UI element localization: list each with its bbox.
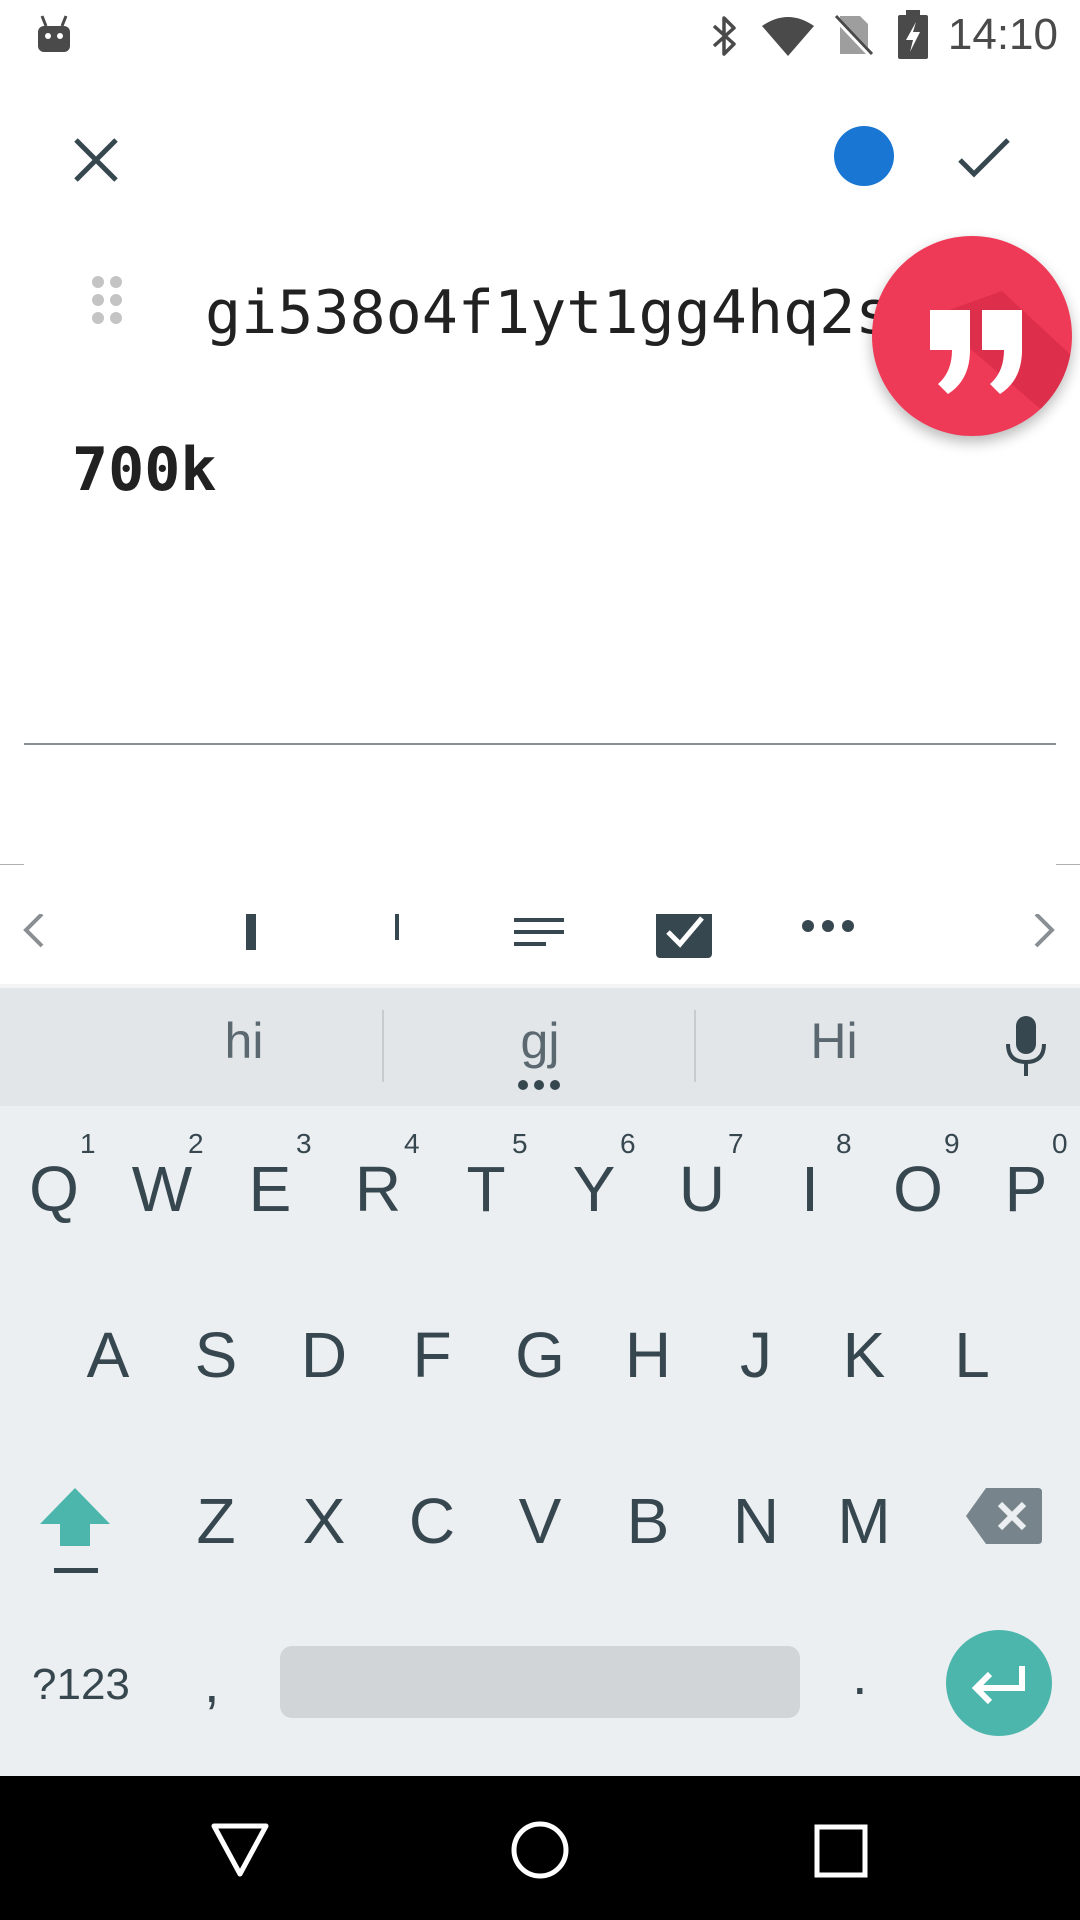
enter-icon [971, 1666, 1025, 1705]
editor-divider [24, 743, 1056, 745]
key-hint: 7 [728, 1128, 744, 1159]
backspace-key[interactable] [966, 1488, 1042, 1544]
key-p[interactable]: P [976, 1152, 1076, 1226]
key-hint: 2 [188, 1128, 204, 1159]
suggestion-separator [694, 1010, 696, 1082]
suggestion-strip: hi gj Hi [0, 988, 1080, 1106]
toolbar-edge-line [1056, 864, 1080, 865]
key-d[interactable]: D [274, 1318, 374, 1392]
note-body-field[interactable]: 700k [72, 435, 217, 505]
symbols-key[interactable]: ?123 [32, 1660, 130, 1710]
key-h[interactable]: H [598, 1318, 698, 1392]
battery-charging-icon [898, 10, 928, 59]
wifi-icon [762, 17, 814, 56]
android-icon [38, 15, 70, 52]
suggestion-3[interactable]: Hi [724, 1012, 944, 1070]
enter-key[interactable] [946, 1630, 1052, 1736]
text-size-icon[interactable] [382, 914, 412, 944]
editor-app-bar [0, 72, 1080, 242]
key-n[interactable]: N [706, 1484, 806, 1558]
key-i[interactable]: I [760, 1152, 860, 1226]
key-a[interactable]: A [58, 1318, 158, 1392]
space-key[interactable] [280, 1646, 800, 1718]
more-icon[interactable] [800, 918, 856, 934]
key-hint: 6 [620, 1128, 636, 1159]
toolbar-edge-line [0, 864, 24, 865]
key-t[interactable]: T [436, 1152, 536, 1226]
shift-key[interactable] [38, 1484, 112, 1576]
key-g[interactable]: G [490, 1318, 590, 1392]
key-hint: 3 [296, 1128, 312, 1159]
key-j[interactable]: J [706, 1318, 806, 1392]
navigation-bar [0, 1776, 1080, 1920]
home-icon[interactable] [510, 1820, 570, 1880]
key-e[interactable]: E [220, 1152, 320, 1226]
key-hint: 9 [944, 1128, 960, 1159]
key-l[interactable]: L [922, 1318, 1022, 1392]
chevron-right-icon[interactable] [1030, 910, 1058, 950]
chevron-left-icon[interactable] [20, 910, 48, 950]
more-suggestions-icon[interactable] [516, 1078, 562, 1092]
key-y[interactable]: Y [544, 1152, 644, 1226]
key-hint: 1 [80, 1128, 96, 1159]
key-hint: 8 [836, 1128, 852, 1159]
key-o[interactable]: O [868, 1152, 968, 1226]
key-b[interactable]: B [598, 1484, 698, 1558]
color-circle-icon[interactable] [834, 126, 894, 186]
comma-key[interactable]: , [204, 1650, 220, 1715]
bluetooth-icon [712, 16, 736, 56]
back-icon[interactable] [210, 1822, 270, 1878]
quote-icon [930, 291, 1072, 436]
align-icon[interactable] [514, 914, 566, 948]
note-title-field[interactable]: gi538o4f1yt1gg4hq2s [205, 278, 895, 348]
period-key[interactable]: . [852, 1642, 868, 1707]
status-bar: 14:10 [0, 0, 1080, 72]
no-sim-icon [832, 13, 874, 58]
suggestion-separator [382, 1010, 384, 1082]
key-r[interactable]: R [328, 1152, 428, 1226]
key-x[interactable]: X [274, 1484, 374, 1558]
drag-handle-icon[interactable] [90, 274, 126, 326]
suggestion-2[interactable]: gj [430, 1012, 650, 1070]
key-hint: 4 [404, 1128, 420, 1159]
key-q[interactable]: Q [4, 1152, 104, 1226]
key-f[interactable]: F [382, 1318, 482, 1392]
check-icon[interactable] [954, 134, 1014, 182]
bold-icon[interactable] [246, 914, 256, 950]
close-icon[interactable] [70, 134, 122, 186]
microphone-icon[interactable] [1004, 1016, 1048, 1080]
key-w[interactable]: W [112, 1152, 212, 1226]
editor-overlay [24, 862, 1056, 914]
status-time: 14:10 [947, 10, 1058, 59]
key-hint: 0 [1052, 1128, 1068, 1159]
key-hint: 5 [512, 1128, 528, 1159]
key-v[interactable]: V [490, 1484, 590, 1558]
key-s[interactable]: S [166, 1318, 266, 1392]
key-c[interactable]: C [382, 1484, 482, 1558]
key-z[interactable]: Z [166, 1484, 266, 1558]
recents-icon[interactable] [814, 1824, 868, 1878]
suggestion-1[interactable]: hi [134, 1012, 354, 1070]
quote-fab-button[interactable] [872, 236, 1072, 436]
key-m[interactable]: M [814, 1484, 914, 1558]
key-k[interactable]: K [814, 1318, 914, 1392]
key-u[interactable]: U [652, 1152, 752, 1226]
